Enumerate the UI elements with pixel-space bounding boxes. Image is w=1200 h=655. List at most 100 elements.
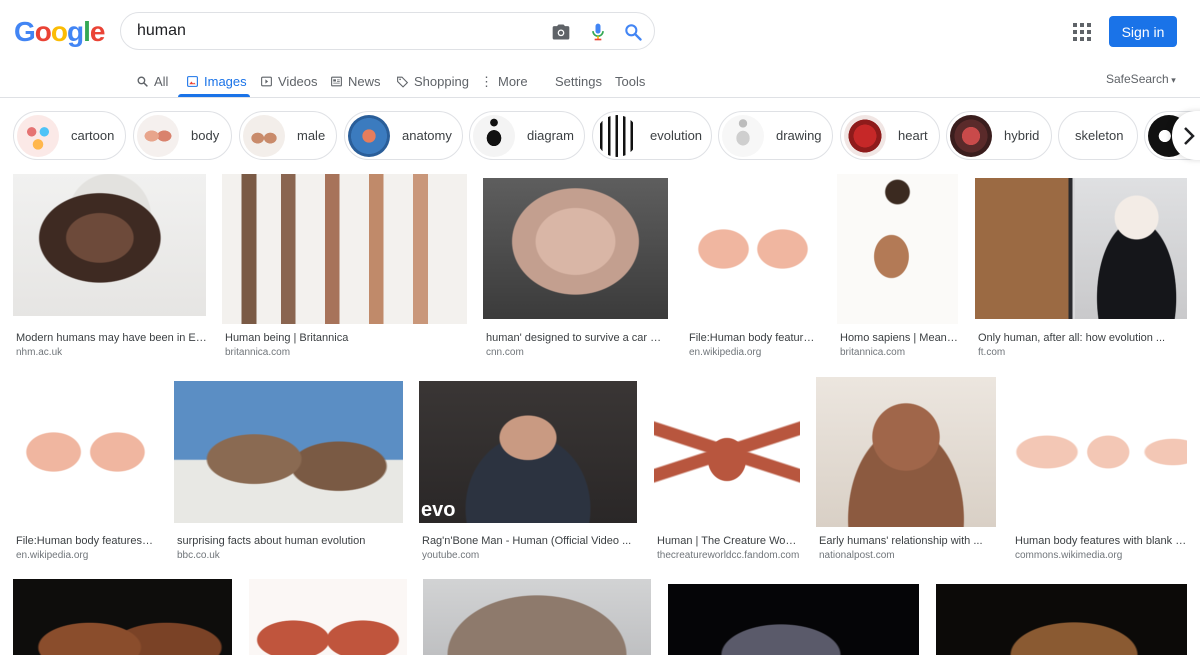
result-title: Early humans' relationship with ... <box>819 535 983 547</box>
chip-thumbnail <box>243 114 285 157</box>
tag-icon <box>397 76 409 88</box>
result-source: en.wikipedia.org <box>16 550 89 561</box>
chip-drawing[interactable]: drawing <box>718 111 833 160</box>
result-title: Human body features with blank la... <box>1015 535 1187 547</box>
result-thumbnail[interactable] <box>174 381 403 523</box>
chip-label: hybrid <box>1004 128 1040 143</box>
chip-label: body <box>191 128 220 143</box>
google-logo[interactable]: Google <box>14 16 105 48</box>
result-thumbnail[interactable] <box>423 579 651 655</box>
tab-videos[interactable]: Videos <box>260 71 318 91</box>
result-thumbnail[interactable] <box>483 178 668 319</box>
tab-settings[interactable]: Settings <box>555 71 602 91</box>
result-thumbnail[interactable] <box>837 174 958 324</box>
result-title: Only human, after all: how evolution ... <box>978 332 1166 344</box>
result-title: File:Human body features-c... <box>16 535 156 547</box>
chip-label: anatomy <box>402 128 452 143</box>
result-title: Modern humans may have been in Eur... <box>16 332 211 344</box>
image-result[interactable] <box>13 579 232 655</box>
image-icon <box>187 75 198 87</box>
tab-news[interactable]: News <box>330 71 381 91</box>
chip-thumbnail <box>348 114 390 157</box>
more-vertical-icon: ⋮ <box>480 73 493 89</box>
tab-label: Shopping <box>414 73 469 89</box>
result-thumbnail[interactable] <box>654 377 800 527</box>
result-thumbnail[interactable] <box>1012 377 1187 527</box>
chip-label: heart <box>898 128 928 143</box>
result-source: britannica.com <box>840 347 906 358</box>
result-source: nhm.ac.uk <box>16 347 63 358</box>
chip-thumbnail <box>950 114 992 157</box>
camera-icon[interactable] <box>551 22 571 42</box>
result-thumbnail[interactable] <box>13 174 206 316</box>
result-title: File:Human body features... <box>689 332 819 344</box>
search-box[interactable] <box>120 12 655 50</box>
robot-thumbnail-overlay <box>1075 178 1187 319</box>
active-tab-indicator <box>178 94 250 97</box>
result-title: surprising facts about human evolution <box>177 535 366 547</box>
chip-hybrid[interactable]: hybrid <box>946 111 1052 160</box>
chip-label: diagram <box>527 128 574 143</box>
image-result[interactable] <box>249 579 407 655</box>
chip-evolution[interactable]: evolution <box>592 111 712 160</box>
tab-shopping[interactable]: Shopping <box>396 71 469 91</box>
chip-body[interactable]: body <box>133 111 232 160</box>
chip-label: male <box>297 128 326 143</box>
chip-anatomy[interactable]: anatomy <box>344 111 463 160</box>
tab-all[interactable]: All <box>136 71 168 91</box>
evo-watermark: evo <box>421 499 456 521</box>
tab-label: Images <box>204 73 247 89</box>
chevron-right-icon <box>1184 126 1195 145</box>
result-title: human' designed to survive a car cra... <box>486 332 666 344</box>
news-icon <box>331 76 342 86</box>
tab-label: Tools <box>615 73 646 89</box>
search-icon <box>137 75 148 87</box>
result-thumbnail[interactable] <box>816 377 996 527</box>
result-thumbnail[interactable] <box>249 579 407 655</box>
chip-thumbnail <box>473 114 515 157</box>
result-title: Homo sapiens | Meani... <box>840 332 958 344</box>
sign-in-button[interactable]: Sign in <box>1109 16 1177 47</box>
chip-label: skeleton <box>1075 128 1124 143</box>
chip-diagram[interactable]: diagram <box>469 111 585 160</box>
search-icon[interactable] <box>623 22 643 42</box>
chip-thumbnail <box>844 114 886 157</box>
chip-male[interactable]: male <box>239 111 337 160</box>
image-result[interactable] <box>936 584 1187 655</box>
chip-thumbnail <box>722 114 764 157</box>
mic-icon[interactable] <box>588 22 608 42</box>
search-tabs-bar: All Images Videos News Shopping ⋮ More S… <box>0 64 1200 98</box>
result-thumbnail[interactable] <box>13 377 158 527</box>
apps-grid-icon[interactable] <box>1073 23 1091 41</box>
search-input[interactable] <box>137 22 537 40</box>
result-source: commons.wikimedia.org <box>1015 550 1123 561</box>
result-thumbnail[interactable] <box>222 174 467 324</box>
chip-thumbnail <box>137 114 179 157</box>
chip-heart[interactable]: heart <box>840 111 940 160</box>
result-thumbnail[interactable] <box>668 584 919 655</box>
result-source: thecreatureworldcc.fandom.com <box>657 550 800 561</box>
tab-more[interactable]: ⋮ More <box>480 71 528 91</box>
result-source: en.wikipedia.org <box>689 347 762 358</box>
image-result[interactable] <box>423 579 651 655</box>
chip-label: cartoon <box>71 128 115 143</box>
chip-thumbnail <box>17 114 59 157</box>
result-thumbnail[interactable] <box>686 174 820 324</box>
result-thumbnail[interactable] <box>936 584 1187 655</box>
tab-label: Settings <box>555 73 602 89</box>
tab-label: News <box>348 73 381 89</box>
tab-images[interactable]: Images <box>186 71 247 91</box>
chip-thumbnail <box>596 114 638 157</box>
result-source: bbc.co.uk <box>177 550 220 561</box>
tab-label: More <box>498 73 528 89</box>
chip-skeleton[interactable]: skeleton <box>1058 111 1138 160</box>
safesearch-menu[interactable]: SafeSearch ▾ <box>1106 72 1176 86</box>
result-title: Rag'n'Bone Man - Human (Official Video .… <box>422 535 632 547</box>
tab-tools[interactable]: Tools <box>615 71 645 91</box>
safesearch-label: SafeSearch <box>1106 72 1169 86</box>
image-result[interactable] <box>668 584 919 655</box>
result-thumbnail[interactable] <box>13 579 232 655</box>
result-title: Human being | Britannica <box>225 332 349 344</box>
tab-label: Videos <box>278 73 318 89</box>
chip-cartoon[interactable]: cartoon <box>13 111 126 160</box>
